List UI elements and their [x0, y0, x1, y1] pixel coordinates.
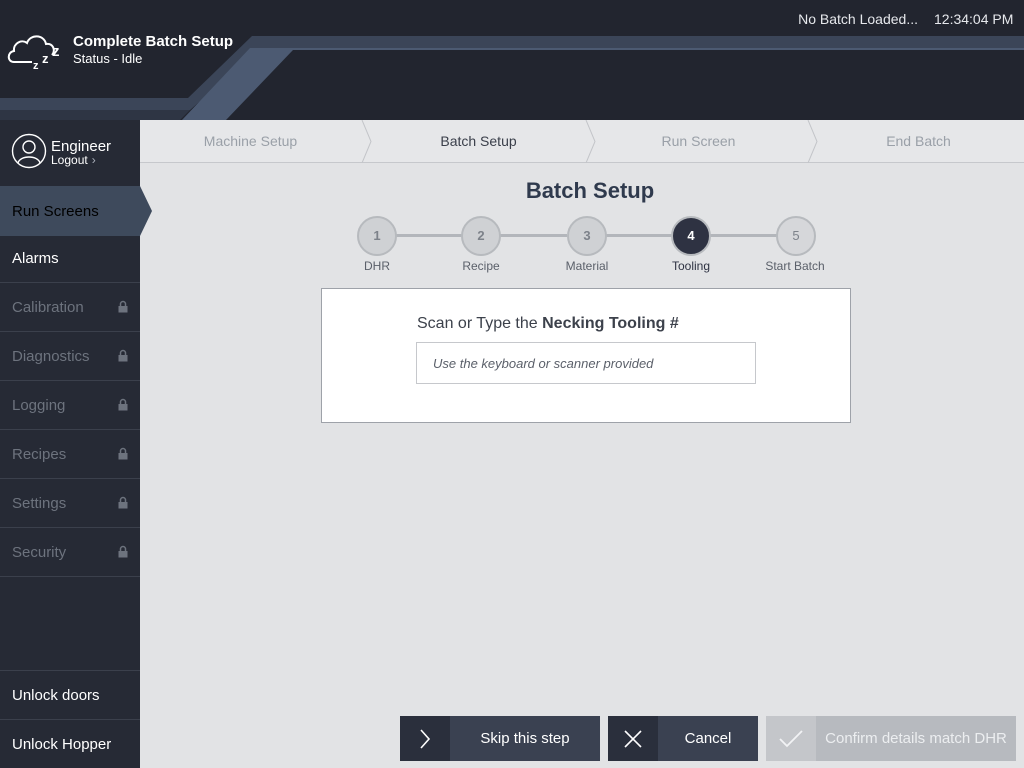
skip-step-button[interactable]: Skip this step	[400, 716, 600, 761]
stepper-connector	[605, 234, 672, 237]
step-4-circle[interactable]: 4	[671, 216, 711, 256]
sidebar-item-label: Security	[12, 543, 67, 561]
chevron-right-icon	[400, 716, 450, 761]
stepper-connector	[710, 234, 778, 237]
sidebar-item-label: Alarms	[12, 249, 59, 267]
scan-prompt-text: Scan or Type the	[417, 315, 543, 332]
sidebar-item-label: Settings	[12, 494, 67, 512]
sleeping-cloud-icon: z z z	[7, 35, 60, 72]
logout-label: Logout	[51, 153, 88, 167]
sidebar-item-label: Calibration	[12, 298, 84, 316]
lock-icon	[118, 545, 128, 558]
user-avatar-icon	[11, 133, 47, 169]
lock-icon	[118, 496, 128, 509]
check-icon	[766, 716, 816, 761]
sidebar-item-label: Run Screens	[12, 202, 99, 220]
app-title: Complete Batch Setup	[73, 33, 234, 50]
scan-prompt-target: Necking Tooling #	[542, 315, 679, 332]
cancel-button[interactable]: Cancel	[608, 716, 758, 761]
lock-icon	[118, 447, 128, 460]
step-4-label: Tooling	[671, 259, 711, 273]
step-3-label: Material	[565, 259, 609, 273]
breadcrumb-machine-setup[interactable]: Machine Setup	[140, 120, 361, 162]
sidebar-item-security[interactable]: Security	[0, 528, 140, 577]
sidebar-item-logging[interactable]: Logging	[0, 381, 140, 430]
user-panel: Engineer Logout ›	[0, 120, 140, 186]
sidebar-item-settings[interactable]: Settings	[0, 479, 140, 528]
sidebar-item-alarms[interactable]: Alarms	[0, 234, 140, 283]
step-3-circle[interactable]: 3	[567, 216, 607, 256]
sidebar-item-label: Logging	[12, 396, 66, 414]
confirm-dhr-button[interactable]: Confirm details match DHR	[766, 716, 1016, 761]
app-header: z z z Complete Batch Setup Status - Idle…	[0, 0, 1024, 120]
scan-prompt: Scan or Type the Necking Tooling #	[417, 315, 679, 333]
svg-text:z: z	[52, 43, 60, 60]
tooling-scan-card: Scan or Type the Necking Tooling #	[321, 288, 851, 423]
machine-status: Status - Idle	[73, 51, 143, 66]
skip-step-label: Skip this step	[480, 730, 570, 747]
page-title: Batch Setup	[525, 178, 655, 203]
sidebar-item-label: Recipes	[12, 445, 67, 463]
batch-status: No Batch Loaded...	[798, 11, 918, 27]
lock-icon	[118, 349, 128, 362]
unlock-hopper-label: Unlock Hopper	[12, 735, 112, 753]
breadcrumb-run-screen[interactable]: Run Screen	[588, 120, 809, 162]
step-2-label: Recipe	[462, 259, 500, 273]
breadcrumb-batch-setup[interactable]: Batch Setup	[368, 120, 589, 162]
lock-icon	[118, 300, 128, 313]
clock: 12:34:04 PM	[934, 11, 1014, 27]
svg-text:z: z	[42, 51, 49, 66]
sidebar-item-run-screens[interactable]: Run Screens	[0, 186, 152, 236]
sidebar-item-calibration[interactable]: Calibration	[0, 283, 140, 332]
setup-stepper: 1 2 3 4 5 DHR Recipe Material Tooling St…	[340, 212, 840, 282]
lock-icon	[118, 398, 128, 411]
step-1-circle[interactable]: 1	[357, 216, 397, 256]
cancel-label: Cancel	[684, 730, 732, 747]
unlock-hopper-button[interactable]: Unlock Hopper	[0, 719, 140, 768]
step-5-label: Start Batch	[765, 259, 825, 273]
unlock-doors-label: Unlock doors	[12, 686, 100, 704]
svg-text:z: z	[33, 60, 39, 72]
stepper-connector	[396, 234, 462, 237]
step-2-circle[interactable]: 2	[461, 216, 501, 256]
unlock-doors-button[interactable]: Unlock doors	[0, 670, 140, 719]
logout-link[interactable]: Logout ›	[51, 153, 96, 167]
sidebar-item-label: Diagnostics	[12, 347, 90, 365]
close-icon	[608, 716, 658, 761]
tooling-number-input[interactable]	[416, 342, 756, 384]
confirm-dhr-label: Confirm details match DHR	[825, 730, 1007, 747]
sidebar: Engineer Logout › Run Screens Alarms Cali…	[0, 120, 152, 768]
chevron-right-icon: ›	[91, 153, 96, 167]
breadcrumb-end-batch[interactable]: End Batch	[808, 120, 1024, 162]
step-1-label: DHR	[364, 259, 390, 273]
process-breadcrumb: Machine Setup Batch Setup Run Screen End…	[140, 120, 1024, 163]
stepper-connector	[500, 234, 567, 237]
step-5-circle[interactable]: 5	[776, 216, 816, 256]
sidebar-item-recipes[interactable]: Recipes	[0, 430, 140, 479]
sidebar-item-diagnostics[interactable]: Diagnostics	[0, 332, 140, 381]
